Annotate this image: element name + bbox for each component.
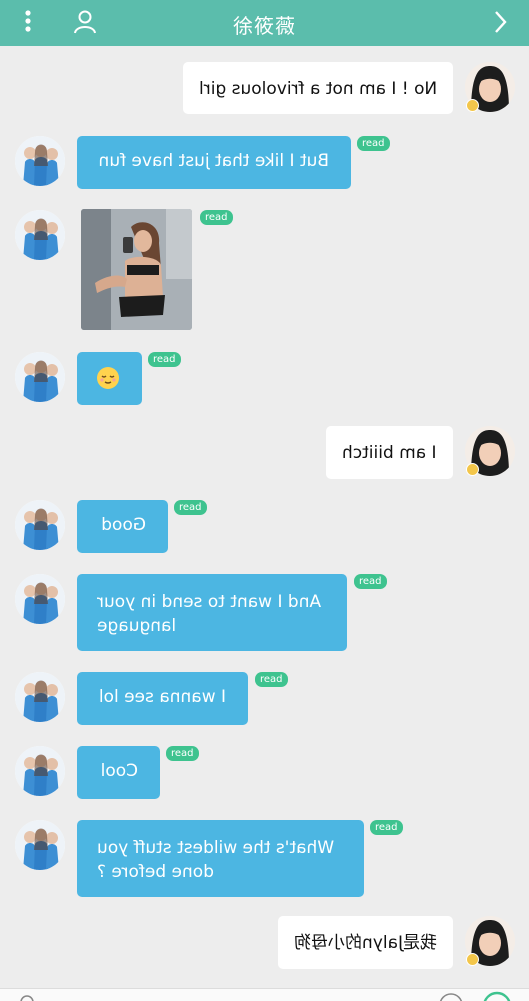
read-badge: read: [370, 820, 403, 835]
message-bubble-outgoing[interactable]: I am biiitch: [326, 426, 453, 479]
message-row-outgoing: No ! I am not a frivolous girl: [0, 60, 529, 116]
read-badge: read: [148, 352, 181, 367]
read-badge: read: [255, 672, 288, 687]
message-image[interactable]: [81, 209, 192, 330]
message-row-incoming: Cool read: [0, 744, 529, 800]
message-text: I wanna see lol: [98, 687, 226, 707]
message-bubble-outgoing[interactable]: No ! I am not a frivolous girl: [182, 62, 453, 114]
verified-badge: [466, 953, 479, 966]
avatar-contact[interactable]: [15, 210, 65, 260]
message-text: No ! I am not a frivolous girl: [198, 79, 437, 99]
avatar-contact[interactable]: [15, 352, 65, 402]
message-text: I am biiitch: [342, 443, 437, 463]
message-bubble-outgoing[interactable]: 我是Jalyn的小母狗: [278, 916, 453, 969]
read-badge: read: [200, 210, 233, 225]
message-bubble-incoming[interactable]: What's the wildest stuff you done before…: [77, 820, 364, 897]
verified-badge: [466, 463, 479, 476]
verified-badge: [466, 99, 479, 112]
message-bubble-incoming[interactable]: [77, 352, 142, 405]
avatar-contact[interactable]: [15, 746, 65, 796]
message-row-incoming: Good read: [0, 498, 529, 554]
message-text: 我是Jalyn的小母狗: [294, 933, 437, 953]
message-row-incoming: What's the wildest stuff you done before…: [0, 818, 529, 898]
avatar-contact[interactable]: [15, 136, 65, 186]
read-badge: read: [354, 574, 387, 589]
avatar-contact[interactable]: [15, 500, 65, 550]
read-badge: read: [357, 136, 390, 151]
chevron-icon[interactable]: [492, 10, 508, 34]
message-row-incoming: But I like that just have fun read: [0, 134, 529, 190]
message-bubble-incoming[interactable]: Cool: [77, 746, 160, 799]
chat-header: 徐筱薇: [0, 0, 529, 46]
read-badge: read: [174, 500, 207, 515]
avatar-contact[interactable]: [15, 820, 65, 870]
message-bubble-incoming[interactable]: Good: [77, 500, 168, 553]
message-text: Good: [101, 515, 146, 535]
message-bubble-incoming[interactable]: I wanna see lol: [77, 672, 248, 725]
message-text: And I want to send in your language: [97, 592, 322, 636]
message-row-incoming: read: [0, 208, 529, 332]
message-text: Cool: [100, 761, 138, 781]
message-bubble-incoming[interactable]: And I want to send in your language: [77, 574, 347, 651]
message-text: What's the wildest stuff you done before…: [97, 838, 335, 882]
message-row-incoming: I wanna see lol read: [0, 670, 529, 726]
chat-title: 徐筱薇: [233, 14, 296, 38]
message-row-incoming: read: [0, 350, 529, 406]
relieved-face-emoji: [97, 367, 119, 389]
avatar-contact[interactable]: [15, 672, 65, 722]
message-bubble-incoming[interactable]: But I like that just have fun: [77, 136, 351, 189]
message-row-outgoing: I am biiitch: [0, 424, 529, 480]
message-row-incoming: And I want to send in your language read: [0, 572, 529, 652]
message-text: But I like that just have fun: [98, 151, 329, 171]
avatar-contact[interactable]: [15, 574, 65, 624]
message-row-outgoing: 我是Jalyn的小母狗: [0, 914, 529, 970]
input-bar: [0, 988, 529, 1001]
read-badge: read: [166, 746, 199, 761]
